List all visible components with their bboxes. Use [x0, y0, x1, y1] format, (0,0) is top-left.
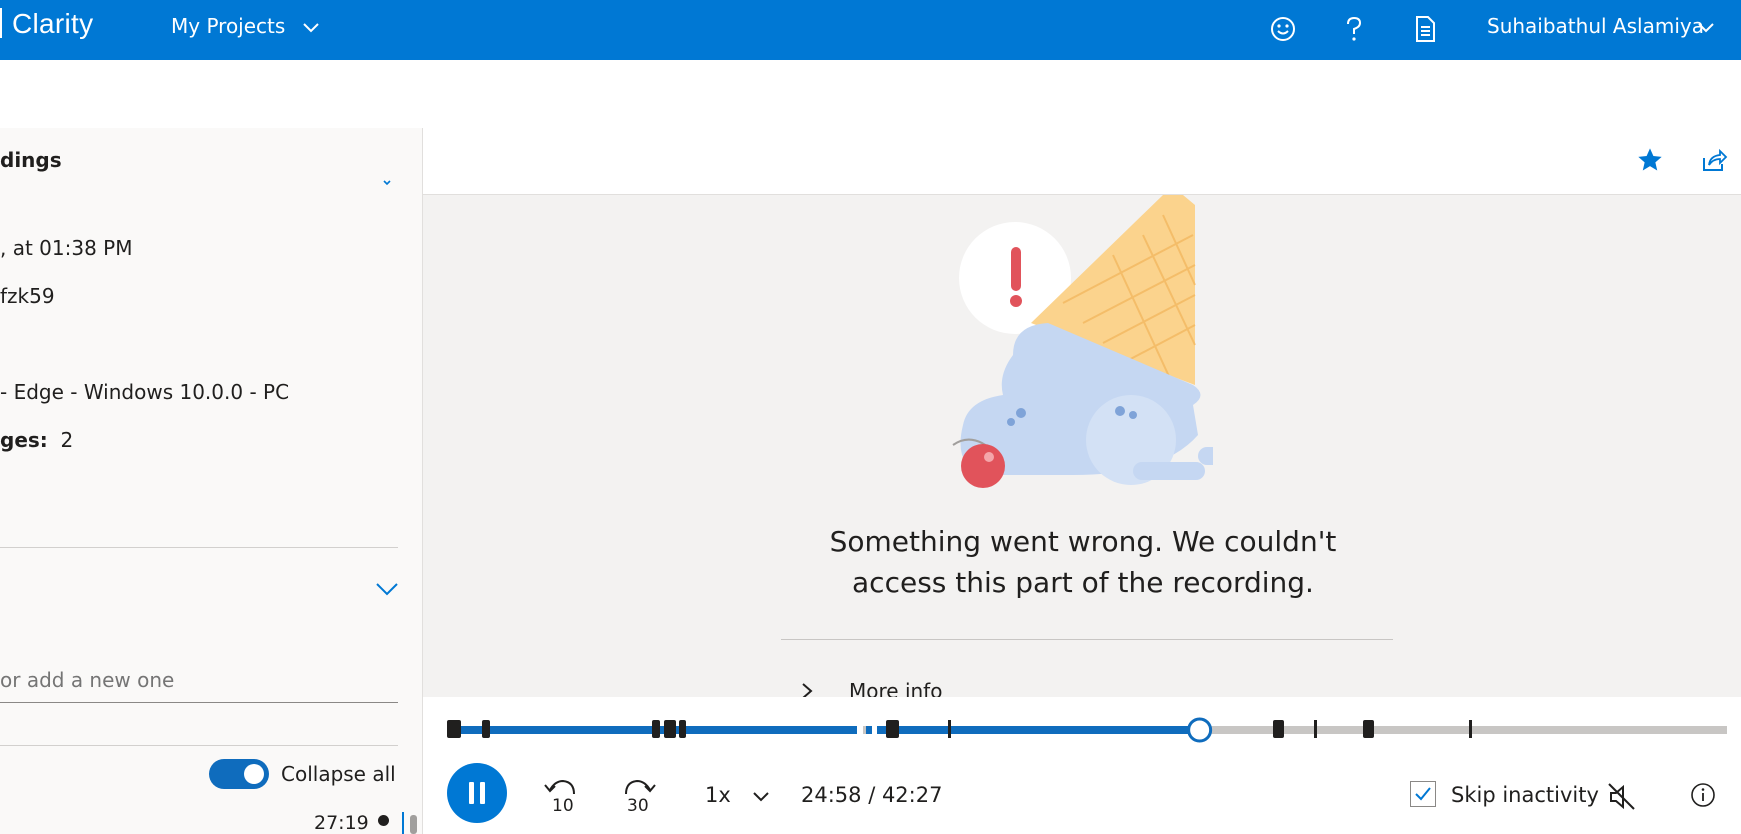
toggle-knob: [244, 764, 264, 784]
playback-speed[interactable]: 1x: [705, 783, 731, 807]
collapse-all-label: Collapse all: [281, 762, 396, 786]
pages-value: 2: [60, 428, 74, 452]
timeline-progress-fill: [877, 726, 1200, 734]
recording-details-panel: dings , at 01:38 PM fzk59 - Edge - Windo…: [0, 128, 423, 834]
tag-input-container: [0, 662, 398, 703]
pause-button[interactable]: [447, 763, 507, 823]
pages-count: ges: 2: [0, 428, 73, 452]
rewind-icon[interactable]: 10: [541, 774, 581, 814]
divider: [0, 547, 398, 548]
recording-date: , at 01:38 PM: [0, 236, 133, 260]
event-marker[interactable]: [652, 720, 660, 738]
cherry-shape: [961, 444, 1005, 488]
forward-seconds: 30: [627, 796, 649, 814]
skip-inactivity-label: Skip inactivity: [1451, 783, 1599, 807]
user-menu[interactable]: Suhaibathul Aslamiya: [1487, 14, 1704, 38]
tag-input[interactable]: [0, 662, 398, 698]
exclamation-icon: [1011, 247, 1021, 291]
brand-name: Clarity: [12, 8, 94, 39]
share-icon[interactable]: [1700, 146, 1728, 174]
event-dot: [378, 815, 389, 826]
chevron-right-icon[interactable]: [797, 681, 817, 697]
panel-title: dings: [0, 148, 62, 172]
divider: [781, 639, 1393, 640]
pause-icon: [469, 782, 474, 804]
error-message: Something went wrong. We couldn't access…: [829, 525, 1337, 599]
event-marker[interactable]: [679, 720, 686, 738]
time-display: 24:58 / 42:27: [801, 783, 943, 807]
user-id: fzk59: [0, 284, 55, 308]
caret-down-icon[interactable]: [382, 178, 392, 188]
smiley-icon[interactable]: [1266, 12, 1300, 46]
event-marker[interactable]: [948, 720, 951, 738]
event-marker[interactable]: [886, 720, 899, 738]
event-marker[interactable]: [1363, 720, 1374, 738]
event-marker[interactable]: [664, 720, 676, 738]
timeline-gap: [857, 726, 863, 734]
timeline-marker: [402, 812, 404, 834]
chevron-down-icon[interactable]: [374, 576, 400, 602]
timeline-gap: [872, 726, 877, 734]
event-marker[interactable]: [1273, 720, 1284, 738]
event-marker[interactable]: [447, 720, 461, 738]
scrollbar[interactable]: [410, 815, 417, 834]
chevron-down-icon[interactable]: [1695, 16, 1717, 38]
info-icon[interactable]: [1688, 780, 1718, 810]
document-icon[interactable]: [1408, 12, 1442, 46]
mute-icon[interactable]: [1605, 780, 1639, 814]
event-marker[interactable]: [482, 720, 490, 738]
timeline[interactable]: [423, 697, 1741, 747]
star-icon[interactable]: [1636, 146, 1664, 174]
forward-icon[interactable]: 30: [619, 774, 659, 814]
my-projects-menu[interactable]: My Projects: [171, 14, 285, 38]
checkmark-icon: [1415, 787, 1431, 801]
timeline-playhead[interactable]: [1187, 717, 1213, 743]
collapse-all-toggle[interactable]: [209, 759, 269, 789]
help-icon[interactable]: [1337, 12, 1371, 46]
player-header: [423, 128, 1741, 195]
timeline-progress-segment: [866, 726, 872, 734]
timeline-dot: [842, 726, 850, 734]
exclamation-dot: [1010, 295, 1022, 307]
rewind-seconds: 10: [552, 796, 574, 814]
recording-viewport: Something went wrong. We couldn't access…: [423, 195, 1741, 697]
chevron-down-icon[interactable]: [300, 16, 322, 38]
event-marker[interactable]: [1314, 720, 1317, 738]
more-info-link[interactable]: More info: [849, 679, 942, 697]
skip-inactivity-checkbox[interactable]: [1410, 781, 1436, 807]
error-illustration: [952, 195, 1213, 488]
divider: [0, 745, 398, 746]
device-info: - Edge - Windows 10.0.0 - PC: [0, 380, 290, 404]
pause-icon: [480, 782, 485, 804]
chevron-down-icon[interactable]: [751, 787, 771, 807]
event-time: 27:19: [314, 812, 369, 834]
event-marker[interactable]: [1469, 720, 1472, 738]
pages-label: ges:: [0, 428, 48, 452]
brand-logo[interactable]: Clarity: [0, 8, 93, 40]
top-bar: Clarity My Projects Suhaibathul Aslamiya: [0, 0, 1741, 60]
sub-header: [0, 60, 1741, 129]
